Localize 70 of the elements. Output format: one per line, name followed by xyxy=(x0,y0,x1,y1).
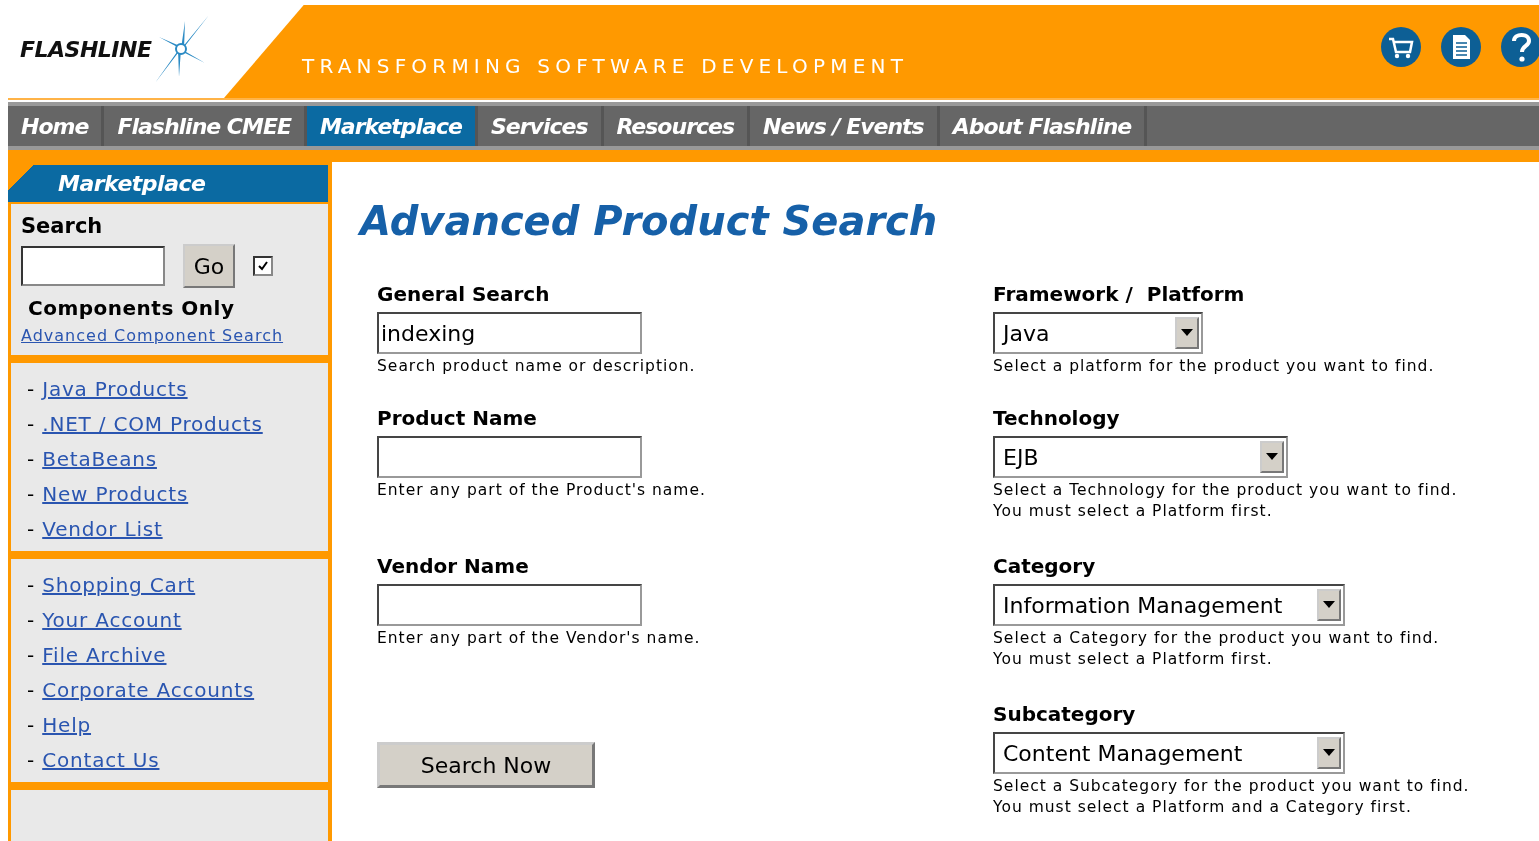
nav-tab[interactable]: About Flashline xyxy=(939,106,1148,146)
field-label: Technology xyxy=(993,406,1120,430)
field-hint: Enter any part of the Product's name. xyxy=(377,481,706,499)
sidebar-link[interactable]: Java Products xyxy=(42,377,188,401)
field-label: Subcategory xyxy=(993,702,1136,726)
dropdown-arrow-icon xyxy=(1323,749,1335,757)
dropdown-arrow-icon xyxy=(1266,453,1278,461)
sidebar-link[interactable]: Contact Us xyxy=(42,748,160,772)
dropdown-arrow-icon xyxy=(1181,329,1193,337)
text-field[interactable] xyxy=(377,436,642,478)
nav-tab[interactable]: Marketplace xyxy=(306,106,478,146)
help-icon[interactable] xyxy=(1501,26,1539,67)
field-label: Framework / Platform xyxy=(993,282,1245,306)
field-hint: Search product name or description. xyxy=(377,357,696,375)
text-field[interactable] xyxy=(377,584,642,626)
bullet: - xyxy=(27,748,35,772)
sidebar-link[interactable]: Shopping Cart xyxy=(42,573,196,597)
document-icon[interactable] xyxy=(1441,26,1481,67)
field-hint: Select a Subcategory for the product you want to find. xyxy=(993,777,1470,795)
field-hint: Enter any part of the Vendor's name. xyxy=(377,629,701,647)
bullet: - xyxy=(27,678,35,702)
checkbox-label: Components Only xyxy=(28,296,236,320)
dropdown-arrow-icon xyxy=(1323,601,1335,609)
search-now-button[interactable]: Search Now xyxy=(377,742,595,788)
search-label: Search xyxy=(21,214,104,238)
nav-tab[interactable]: Services xyxy=(477,106,604,146)
field-hint: Select a Technology for the product you want to find. xyxy=(993,481,1458,499)
bullet: - xyxy=(27,643,35,667)
sidebar-title: Marketplace xyxy=(8,165,328,202)
bullet: - xyxy=(27,517,35,541)
checkbox[interactable] xyxy=(253,256,273,276)
sidebar-link[interactable]: .NET / COM Products xyxy=(42,412,263,436)
check-icon xyxy=(257,260,269,272)
dropdown[interactable]: Information Management xyxy=(993,584,1345,626)
field-hint: Select a platform for the product you want to find. xyxy=(993,357,1435,375)
dropdown[interactable]: Java xyxy=(993,312,1203,354)
sidebar-link[interactable]: Vendor List xyxy=(42,517,163,541)
field-hint: You must select a Platform and a Category first. xyxy=(993,798,1412,816)
field-label: Category xyxy=(993,554,1096,578)
search-field[interactable] xyxy=(21,246,165,286)
sidebar-link[interactable]: Your Account xyxy=(42,608,182,632)
nav-tab[interactable]: Resources xyxy=(603,106,751,146)
sidebar-link[interactable]: Corporate Accounts xyxy=(42,678,255,702)
field-hint: You must select a Platform first. xyxy=(993,502,1273,520)
sidebar-link[interactable]: File Archive xyxy=(42,643,167,667)
sidebar-link[interactable]: BetaBeans xyxy=(42,447,157,471)
bullet: - xyxy=(27,482,35,506)
sidebar-link[interactable]: Help xyxy=(42,713,91,737)
bullet: - xyxy=(27,447,35,471)
field-hint: You must select a Platform first. xyxy=(993,650,1273,668)
bullet: - xyxy=(27,412,35,436)
cart-icon[interactable] xyxy=(1381,26,1421,67)
bullet: - xyxy=(27,573,35,597)
go-button[interactable]: Go xyxy=(183,244,235,288)
nav-tab[interactable]: Home xyxy=(8,106,105,146)
field-label: Product Name xyxy=(377,406,537,430)
advanced-search-link[interactable]: Advanced Component Search xyxy=(21,326,318,345)
bullet: - xyxy=(27,608,35,632)
dropdown[interactable]: Content Management xyxy=(993,732,1345,774)
logo-text: FLASHLINE xyxy=(20,36,152,62)
nav-tab[interactable]: News / Events xyxy=(750,106,940,146)
field-hint: Select a Category for the product you want to find. xyxy=(993,629,1440,647)
text-field[interactable]: indexing xyxy=(377,312,642,354)
bullet: - xyxy=(27,713,35,737)
dropdown[interactable]: EJB xyxy=(993,436,1288,478)
tagline: TRANSFORMING SOFTWARE DEVELOPMENT xyxy=(302,53,909,78)
field-label: Vendor Name xyxy=(377,554,529,578)
field-label: General Search xyxy=(377,282,550,306)
bullet: - xyxy=(27,377,35,401)
sidebar-link[interactable]: New Products xyxy=(42,482,189,506)
